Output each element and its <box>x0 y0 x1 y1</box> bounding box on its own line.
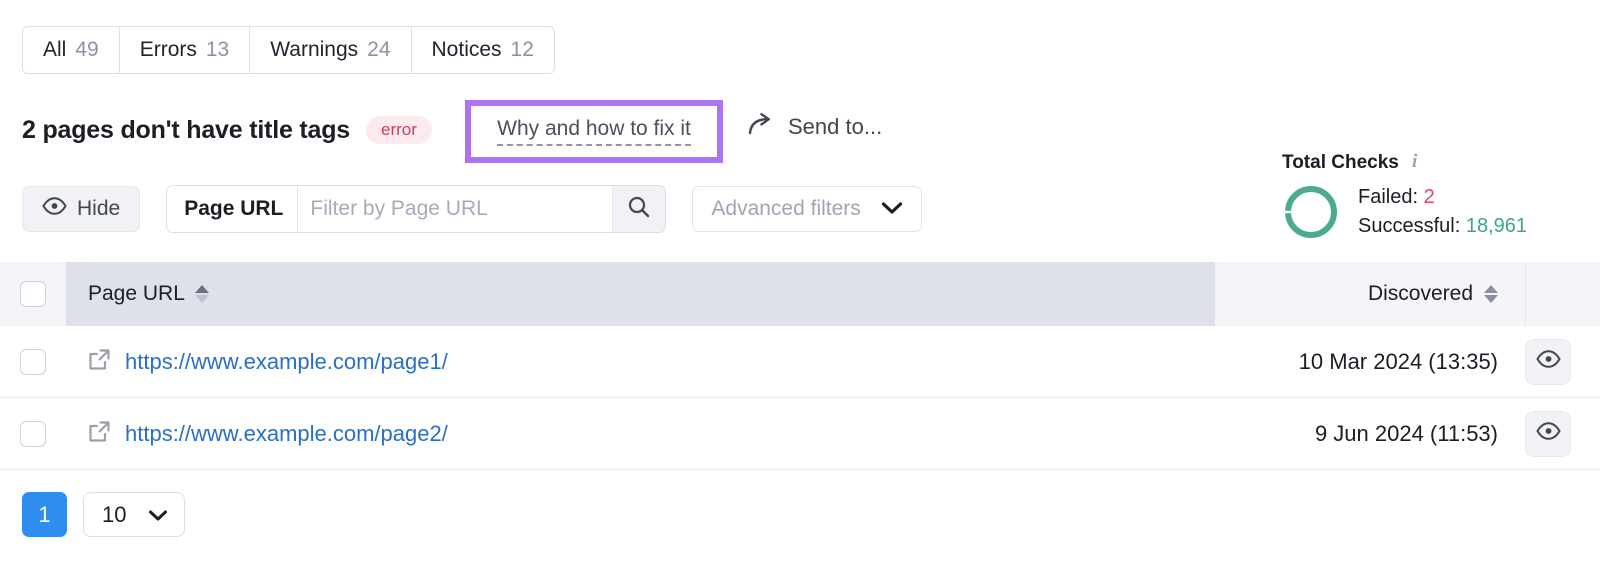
eye-icon <box>1535 422 1561 445</box>
successful-label: Successful: <box>1358 215 1461 237</box>
tab-errors-count: 13 <box>205 38 230 61</box>
select-all-cell <box>0 262 66 326</box>
send-to-button[interactable]: Send to... <box>748 112 882 142</box>
sort-icon-page-url <box>194 285 209 303</box>
table-header-row: Page URL Discovered <box>0 262 1600 326</box>
total-checks-header: Total Checks i <box>1282 150 1582 176</box>
total-checks-title: Total Checks <box>1282 152 1399 173</box>
search-prefix-label: Page URL <box>167 186 299 232</box>
per-page-select[interactable]: 10 <box>83 492 186 537</box>
per-page-value: 10 <box>102 501 127 527</box>
tab-all[interactable]: All 49 <box>23 27 120 73</box>
column-header-page-url[interactable]: Page URL <box>66 262 1215 326</box>
tab-notices[interactable]: Notices 12 <box>412 27 554 73</box>
tab-errors[interactable]: Errors 13 <box>120 27 251 73</box>
row-checkbox[interactable] <box>20 348 46 375</box>
tab-notices-label: Notices <box>431 38 502 61</box>
info-icon[interactable]: i <box>1409 150 1423 176</box>
search-icon <box>627 195 651 224</box>
total-checks-stats: Failed: 2 Successful: 18,961 <box>1358 183 1527 241</box>
row-discovered-cell: 10 Mar 2024 (13:35) <box>1298 348 1498 374</box>
total-checks-donut-chart <box>1282 183 1340 241</box>
tab-all-count: 49 <box>75 38 99 61</box>
issues-table: Page URL Discovered https://www.example.… <box>0 262 1600 470</box>
view-row-button[interactable] <box>1525 338 1571 385</box>
share-arrow-icon <box>748 112 775 142</box>
search-input[interactable] <box>298 186 613 232</box>
row-actions-cell <box>1525 338 1600 385</box>
send-to-label: Send to... <box>788 114 883 139</box>
select-all-checkbox[interactable] <box>20 281 46 307</box>
failed-label: Failed: <box>1358 186 1419 208</box>
chevron-down-icon <box>148 502 168 528</box>
page-button-1[interactable]: 1 <box>22 492 67 537</box>
column-header-page-url-label: Page URL <box>88 282 185 305</box>
eye-icon <box>42 197 67 221</box>
search-button[interactable] <box>612 186 666 232</box>
tab-warnings-label: Warnings <box>270 38 359 61</box>
status-badge: error <box>366 116 432 144</box>
hide-button-label: Hide <box>77 197 121 220</box>
hide-button[interactable]: Hide <box>22 186 141 232</box>
chevron-down-icon <box>881 197 903 221</box>
successful-value: 18,961 <box>1465 215 1527 237</box>
total-checks-panel: Total Checks i Failed: 2 Successful: 18,… <box>1282 150 1582 241</box>
row-discovered-cell: 9 Jun 2024 (11:53) <box>1314 420 1498 446</box>
advanced-filters-dropdown[interactable]: Advanced filters <box>692 186 922 232</box>
row-checkbox[interactable] <box>20 420 46 447</box>
filter-toolbar: Hide Page URL Advanced filters <box>22 185 922 233</box>
failed-value: 2 <box>1423 186 1435 208</box>
pagination: 1 10 <box>22 492 186 537</box>
fix-link-highlight-box: Why and how to fix it <box>465 100 723 163</box>
tab-notices-count: 12 <box>510 38 534 61</box>
column-header-actions <box>1525 262 1600 326</box>
sort-icon-discovered <box>1484 285 1498 303</box>
advanced-filters-label: Advanced filters <box>711 197 861 220</box>
column-header-discovered[interactable]: Discovered <box>1215 262 1525 326</box>
table-row: https://www.example.com/page2/ 9 Jun 202… <box>0 398 1600 470</box>
issue-type-tabs: All 49 Errors 13 Warnings 24 Notices 12 <box>22 26 555 74</box>
row-url-cell: https://www.example.com/page2/ <box>66 420 1215 448</box>
row-select-cell <box>0 420 66 447</box>
page-url-link[interactable]: https://www.example.com/page2/ <box>125 421 448 447</box>
eye-icon <box>1535 350 1561 373</box>
external-link-icon[interactable] <box>88 348 111 376</box>
tab-all-label: All <box>43 38 67 61</box>
page-url-filter-group: Page URL <box>166 185 667 233</box>
failed-stat: Failed: 2 <box>1358 183 1527 212</box>
tab-errors-label: Errors <box>139 38 197 61</box>
tab-warnings[interactable]: Warnings 24 <box>250 27 412 73</box>
external-link-icon[interactable] <box>88 420 111 448</box>
row-select-cell <box>0 348 66 375</box>
successful-stat: Successful: 18,961 <box>1358 212 1527 241</box>
svg-text:i: i <box>1412 151 1418 170</box>
issue-header: 2 pages don't have title tags error <box>22 108 432 152</box>
table-row: https://www.example.com/page1/ 10 Mar 20… <box>0 326 1600 398</box>
why-and-how-to-fix-it-link[interactable]: Why and how to fix it <box>497 117 691 146</box>
page-title: 2 pages don't have title tags <box>22 115 351 144</box>
view-row-button[interactable] <box>1525 410 1571 457</box>
row-url-cell: https://www.example.com/page1/ <box>66 348 1215 376</box>
column-header-discovered-label: Discovered <box>1367 282 1473 305</box>
tab-warnings-count: 24 <box>367 38 391 61</box>
row-actions-cell <box>1525 410 1600 457</box>
total-checks-body: Failed: 2 Successful: 18,961 <box>1282 183 1582 241</box>
page-url-link[interactable]: https://www.example.com/page1/ <box>125 349 448 375</box>
